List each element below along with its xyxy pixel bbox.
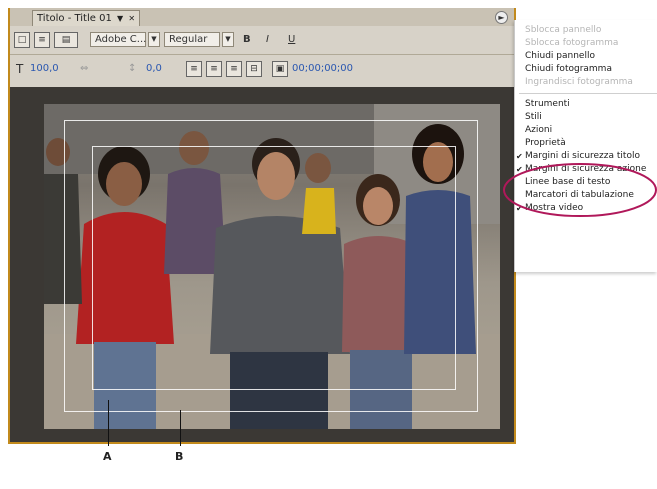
menu-item-label: Chiudi fotogramma	[525, 64, 612, 74]
chevron-down-icon[interactable]: ▼	[148, 32, 160, 47]
templates-icon[interactable]: ▤	[54, 32, 78, 48]
panel-menu-icon[interactable]: ►	[495, 11, 508, 24]
menu-item[interactable]: Proprietà	[515, 137, 657, 150]
toolbar-top: □ ≡ ▤ Adobe C... ▼ Regular ▼ B I U	[10, 26, 514, 55]
tab-label: Titolo - Title 01	[37, 13, 112, 24]
tab-title[interactable]: Titolo - Title 01 ▼ ✕	[32, 10, 141, 27]
menu-item[interactable]: Sblocca pannello	[515, 24, 657, 37]
menu-item-label: Stili	[525, 112, 542, 122]
menu-item[interactable]: Strumenti	[515, 98, 657, 111]
leading-value[interactable]: 0,0	[146, 61, 162, 77]
menu-item-label: Azioni	[525, 125, 553, 135]
menu-item-label: Sblocca pannello	[525, 25, 602, 35]
menu-item[interactable]: ✔ Mostra video	[515, 202, 657, 215]
menu-item-label: Ingrandisci fotogramma	[525, 77, 633, 87]
tab-stops-icon[interactable]: ⊟	[246, 61, 262, 77]
leading-icon: ↕	[128, 63, 137, 74]
callout-b-label: B	[175, 450, 184, 463]
menu-item[interactable]: Marcatori di tabulazione	[515, 189, 657, 202]
italic-button[interactable]: I	[266, 32, 269, 48]
bold-button[interactable]: B	[243, 32, 251, 48]
underline-button[interactable]: U	[288, 32, 295, 48]
font-family-select[interactable]: Adobe C...	[90, 32, 146, 47]
menu-item-label: Proprietà	[525, 138, 566, 148]
menu-item-label: Strumenti	[525, 99, 570, 109]
timecode-value[interactable]: 00;00;00;00	[292, 61, 353, 77]
menu-item[interactable]: Chiudi fotogramma	[515, 63, 657, 76]
font-style-select[interactable]: Regular	[164, 32, 220, 47]
menu-item[interactable]: ✔ Margini di sicurezza azione	[515, 163, 657, 176]
check-icon: ✔	[516, 165, 523, 174]
callout-a-label: A	[103, 450, 112, 463]
menu-item-label: Margini di sicurezza titolo	[525, 151, 640, 161]
kerning-icon: ⇔	[80, 63, 89, 74]
check-icon: ✔	[516, 204, 523, 213]
menu-separator	[519, 93, 657, 94]
menu-item[interactable]: Linee base di testo	[515, 176, 657, 189]
menu-item[interactable]: ✔ Margini di sicurezza titolo	[515, 150, 657, 163]
menu-item-label: Mostra video	[525, 203, 584, 213]
align-right-icon[interactable]: ≡	[226, 61, 242, 77]
menu-item-label: Margini di sicurezza azione	[525, 164, 647, 174]
video-preview[interactable]	[44, 104, 500, 429]
title-designer-panel: Titolo - Title 01 ▼ ✕ ► □ ≡ ▤ Adobe C...…	[8, 8, 516, 444]
check-icon: ✔	[516, 152, 523, 161]
menu-item-label: Marcatori di tabulazione	[525, 190, 634, 200]
font-size-value[interactable]: 100,0	[30, 61, 59, 77]
title-safe-margin	[92, 146, 456, 390]
font-size-icon: T	[16, 62, 24, 76]
callout-a-leader	[108, 400, 109, 446]
chevron-down-icon[interactable]: ▼	[222, 32, 234, 47]
menu-item[interactable]: Ingrandisci fotogramma	[515, 76, 657, 89]
align-left-icon[interactable]: ≡	[186, 61, 202, 77]
new-title-icon[interactable]: □	[14, 32, 30, 48]
show-background-video-icon[interactable]: ▣	[272, 61, 288, 77]
callout-b-leader	[180, 410, 181, 446]
align-center-icon[interactable]: ≡	[206, 61, 222, 77]
tab-close-icon[interactable]: ✕	[128, 11, 135, 27]
menu-item-label: Linee base di testo	[525, 177, 611, 187]
menu-item[interactable]: Sblocca fotogramma	[515, 37, 657, 50]
panel-context-menu: Sblocca pannello Sblocca fotogramma Chiu…	[514, 20, 657, 272]
tab-menu-icon[interactable]: ▼	[117, 11, 123, 27]
menu-item-label: Sblocca fotogramma	[525, 38, 619, 48]
roll-crawl-icon[interactable]: ≡	[34, 32, 50, 48]
menu-item-label: Chiudi pannello	[525, 51, 595, 61]
toolbar-bottom: T 100,0 ⇔ ↕ 0,0 ≡ ≡ ≡ ⊟ ▣ 00;00;00;00	[10, 55, 514, 87]
menu-item[interactable]: Chiudi pannello	[515, 50, 657, 63]
panel-tab-strip: Titolo - Title 01 ▼ ✕ ►	[10, 8, 514, 27]
menu-item[interactable]: Azioni	[515, 124, 657, 137]
menu-item[interactable]: Stili	[515, 111, 657, 124]
